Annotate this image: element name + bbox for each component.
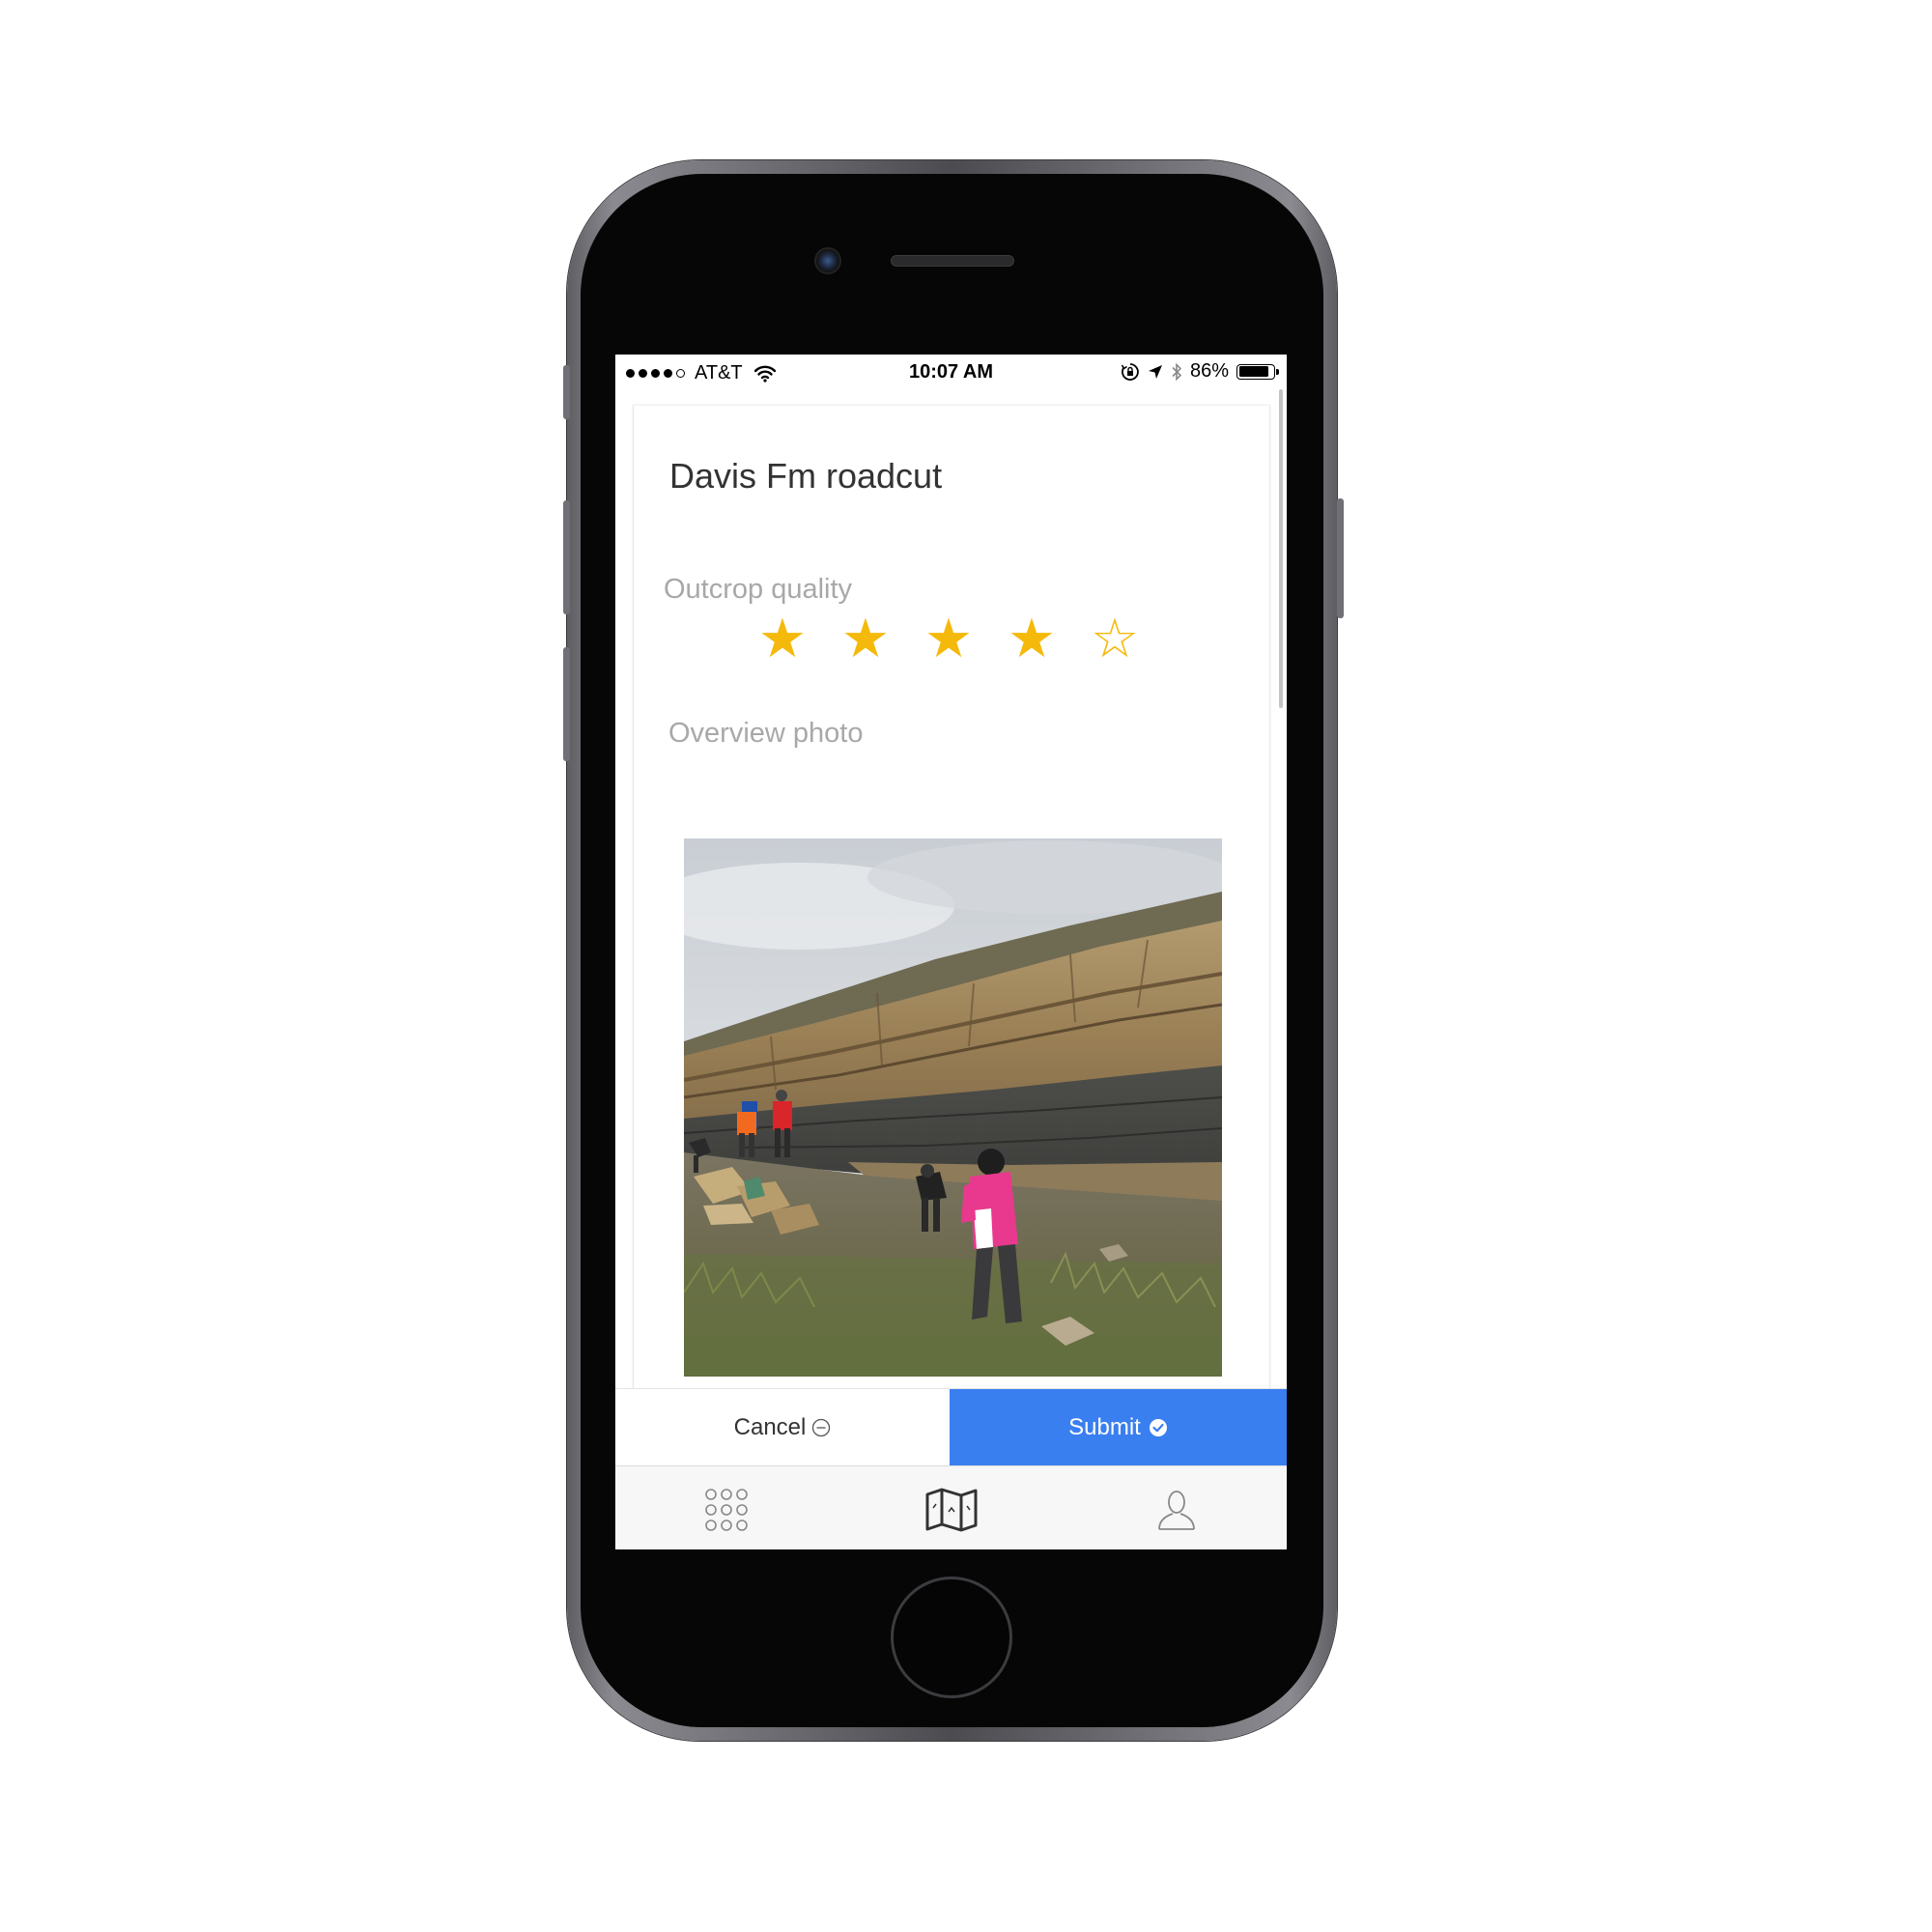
cancel-label: Cancel bbox=[733, 1413, 807, 1440]
mute-switch bbox=[563, 365, 570, 419]
star-filled-icon[interactable]: ★ bbox=[1005, 612, 1059, 667]
outcrop-quality-label: Outcrop quality bbox=[664, 574, 853, 605]
front-camera bbox=[814, 247, 841, 274]
battery-tip bbox=[1276, 368, 1279, 375]
submit-button[interactable]: Submit bbox=[950, 1389, 1287, 1465]
cancel-button[interactable]: Cancel bbox=[615, 1389, 950, 1465]
earpiece-speaker bbox=[891, 255, 1014, 267]
star-rating[interactable]: ★ ★ ★ ★ ☆ bbox=[755, 612, 1142, 667]
battery-percent: 86% bbox=[1189, 360, 1229, 382]
tab-map[interactable] bbox=[924, 1486, 979, 1534]
rotation-lock-icon bbox=[1121, 362, 1140, 382]
battery-fill bbox=[1238, 366, 1268, 377]
checkmark-circle-icon bbox=[1149, 1418, 1168, 1437]
profile-icon bbox=[1158, 1491, 1195, 1530]
home-button[interactable] bbox=[891, 1577, 1012, 1698]
volume-down-button bbox=[563, 647, 570, 761]
overview-photo[interactable] bbox=[684, 838, 1222, 1377]
volume-up-button bbox=[563, 500, 570, 614]
overview-photo-label: Overview photo bbox=[668, 718, 864, 749]
submit-label: Submit bbox=[1068, 1413, 1141, 1440]
tab-grid[interactable] bbox=[699, 1486, 753, 1534]
star-filled-icon[interactable]: ★ bbox=[922, 612, 976, 667]
bluetooth-icon bbox=[1171, 362, 1182, 382]
status-bar: AT&T 10:07 AM 86% bbox=[615, 355, 1287, 393]
scroll-indicator[interactable] bbox=[1279, 389, 1283, 708]
status-right: 86% bbox=[1121, 360, 1279, 383]
cancel-icon bbox=[811, 1418, 831, 1437]
power-button bbox=[1337, 498, 1344, 618]
grid-icon bbox=[705, 1489, 748, 1531]
overview-photo-image bbox=[684, 838, 1222, 1377]
tab-profile[interactable] bbox=[1150, 1486, 1204, 1534]
tab-bar bbox=[615, 1465, 1287, 1549]
star-filled-icon[interactable]: ★ bbox=[838, 612, 893, 667]
location-arrow-icon bbox=[1148, 364, 1163, 380]
action-bar: Cancel Submit bbox=[615, 1388, 1287, 1465]
map-icon bbox=[925, 1488, 978, 1532]
star-empty-icon[interactable]: ☆ bbox=[1088, 612, 1142, 667]
record-card: Davis Fm roadcut Outcrop quality ★ ★ ★ ★ ☆ O… bbox=[633, 405, 1270, 1516]
record-title: Davis Fm roadcut bbox=[669, 456, 943, 496]
star-filled-icon[interactable]: ★ bbox=[755, 612, 810, 667]
screen: AT&T 10:07 AM 86% Davis Fm roadcut Outcr… bbox=[615, 355, 1287, 1549]
battery-icon bbox=[1236, 363, 1279, 380]
